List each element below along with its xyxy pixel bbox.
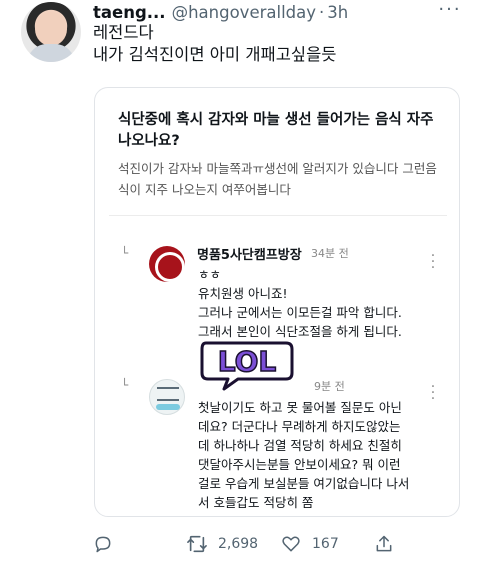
tweet-text-line: 레전드다 xyxy=(93,23,154,42)
display-name[interactable]: taeng... xyxy=(93,3,166,22)
comment-line: 서 호들갑도 적당히 쫌 xyxy=(198,495,314,510)
comment-line: 데요? 더군다나 무례하게 하지도않았는 xyxy=(198,419,401,434)
comment-line: 데 하나하나 검열 적당히 하세요 친절히 xyxy=(198,438,402,453)
tweet-text-line: 내가 김석진이면 아미 개패고싶을듯 xyxy=(93,45,337,64)
comment-line: 유치원생 아니죠! xyxy=(198,286,288,301)
comment-time: 9분 전 xyxy=(314,380,345,393)
avatar-pattern xyxy=(156,404,180,410)
embedded-screenshot[interactable]: 식단중에 혹시 감자와 마늘 생선 들어가는 음식 자주 나오나요? 석진이가 … xyxy=(94,87,460,517)
heart-icon xyxy=(280,533,302,555)
avatar[interactable] xyxy=(21,2,81,62)
question-title: 식단중에 혹시 감자와 마늘 생선 들어가는 음식 자주 나오나요? xyxy=(118,112,434,149)
commenter-name: 명품5사단캠프방장 xyxy=(197,248,302,263)
reply-button[interactable] xyxy=(92,533,114,555)
avatar-shirt xyxy=(27,44,75,62)
tweet-text: 레전드다 내가 김석진이면 아미 개패고싶을듯 xyxy=(93,22,336,66)
reply-indent-icon: └ xyxy=(121,378,129,392)
retweet-button[interactable]: 2,698 xyxy=(186,533,258,555)
avatar-pattern xyxy=(157,387,179,401)
user-handle[interactable]: @hangoverallday xyxy=(172,3,316,22)
reply-icon xyxy=(92,533,114,555)
comment-line: 걸로 우습게 보실분들 여기없습니다 나서 xyxy=(198,476,410,491)
lol-sticker: LOL xyxy=(200,341,294,391)
divider xyxy=(109,215,447,216)
comment-line: 댓달아주시는분들 안보이세요? 뭐 이런 xyxy=(198,457,401,472)
comment-menu-icon: · · · xyxy=(430,379,436,407)
separator-dot: · xyxy=(319,2,325,22)
tweet[interactable]: taeng... @hangoverallday · 3h ··· 레전드다 내… xyxy=(0,0,480,569)
comment-menu-icon: · · · xyxy=(430,248,436,276)
more-options-icon[interactable]: ··· xyxy=(437,1,463,20)
comment-line: 그러나 군에서는 이모든걸 파악 합니다. xyxy=(198,305,402,320)
tweet-timestamp[interactable]: 3h xyxy=(327,3,348,22)
retweet-count: 2,698 xyxy=(218,536,259,552)
tweet-header: taeng... @hangoverallday · 3h xyxy=(93,1,348,23)
comment-line: ㅎㅎ xyxy=(198,267,222,282)
comment-line: 첫날이기도 하고 못 물어볼 질문도 아닌 xyxy=(198,400,402,415)
like-button[interactable]: 167 xyxy=(280,533,339,555)
reply-indent-icon: └ xyxy=(121,246,129,260)
comment-time: 34분 전 xyxy=(311,247,349,260)
like-count: 167 xyxy=(312,536,339,552)
question-body: 석진이가 감자놔 마늘쪽과ㅠ생선에 알러지가 있습니다 그런음식이 지주 나오는… xyxy=(118,161,437,197)
comment-body: ㅎㅎ 유치원생 아니죠! 그러나 군에서는 이모든걸 파악 합니다. 그래서 본… xyxy=(198,265,402,341)
commenter-avatar xyxy=(149,246,185,282)
comment-body: 첫날이기도 하고 못 물어볼 질문도 아닌 데요? 더군다나 무례하게 하지도않… xyxy=(198,398,409,512)
commenter-avatar xyxy=(149,379,185,415)
retweet-icon xyxy=(186,533,208,555)
share-button[interactable] xyxy=(373,533,395,555)
avatar-face xyxy=(35,12,67,46)
sticker-text: LOL xyxy=(218,345,277,378)
share-icon xyxy=(373,533,395,555)
action-bar: 2,698 167 xyxy=(0,533,480,557)
